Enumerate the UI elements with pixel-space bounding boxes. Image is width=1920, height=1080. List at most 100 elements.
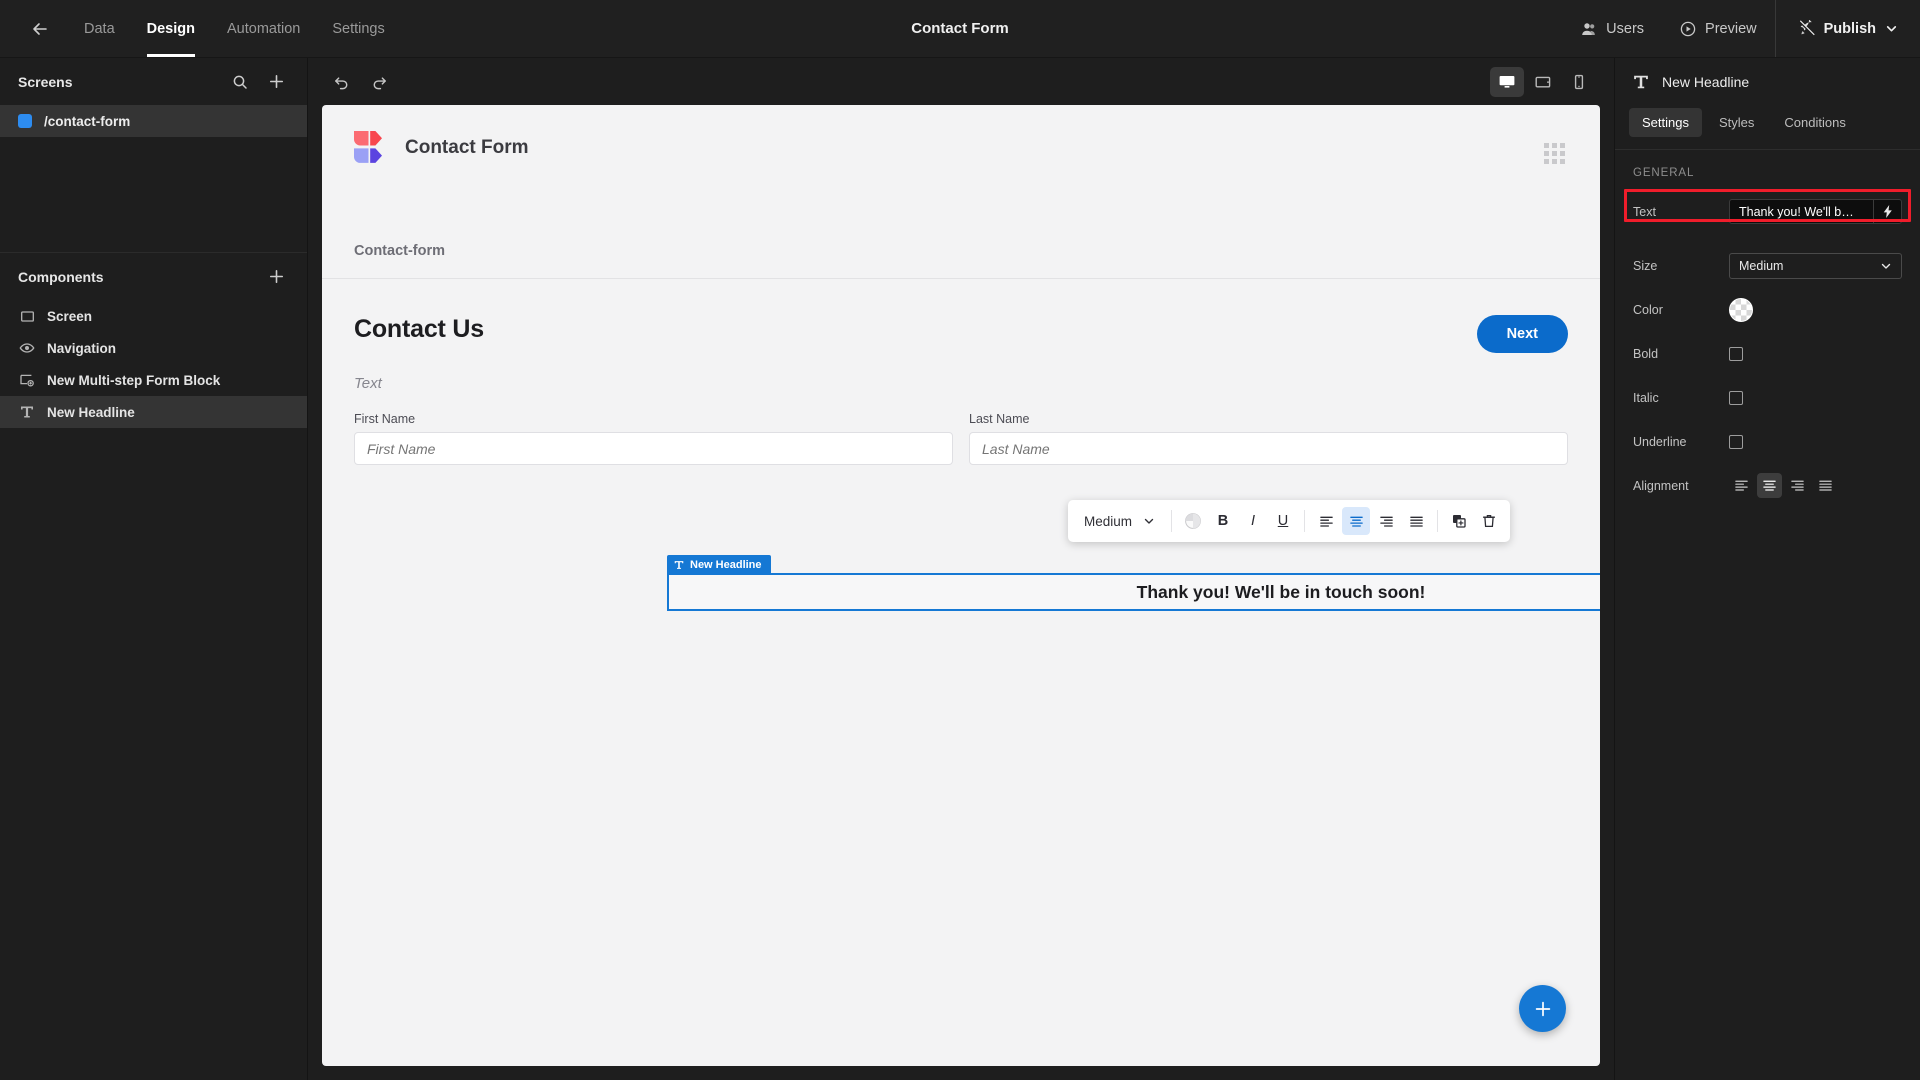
form-fields: First Name Last Name	[354, 412, 1568, 465]
rt-bold-button[interactable]: B	[1209, 507, 1237, 535]
play-circle-icon	[1680, 21, 1696, 36]
align-left-button[interactable]	[1729, 473, 1754, 498]
device-mobile-button[interactable]	[1562, 67, 1596, 97]
row-color: Color	[1615, 293, 1920, 326]
text-value-field[interactable]: Thank you! We'll b…	[1729, 199, 1902, 224]
redo-button[interactable]	[364, 67, 394, 97]
rt-size-value: Medium	[1084, 513, 1133, 529]
nav-tab-settings[interactable]: Settings	[316, 0, 400, 57]
row-italic: Italic	[1615, 381, 1920, 414]
align-justify-button[interactable]	[1813, 473, 1838, 498]
back-button[interactable]	[18, 7, 62, 51]
rt-align-left-button[interactable]	[1312, 507, 1340, 535]
align-right-button[interactable]	[1785, 473, 1810, 498]
canvas-wrapper: Contact Form Contact-form Contact Us Nex…	[308, 105, 1614, 1080]
bold-checkbox[interactable]	[1729, 346, 1743, 361]
add-component-fab[interactable]	[1519, 985, 1566, 1032]
undo-icon	[334, 77, 347, 90]
sidebar-screen-contact-form[interactable]: /contact-form	[0, 105, 307, 137]
tab-styles[interactable]: Styles	[1706, 108, 1767, 137]
row-underline: Underline	[1615, 425, 1920, 458]
row-text: Text Thank you! We'll b…	[1615, 189, 1920, 228]
eye-icon	[18, 339, 36, 357]
users-button[interactable]: Users	[1563, 0, 1662, 57]
align-left-icon	[1735, 480, 1748, 491]
rt-size-select[interactable]: Medium	[1075, 507, 1164, 535]
components-title: Components	[18, 268, 104, 285]
add-screen-icon[interactable]	[263, 69, 289, 95]
first-name-input[interactable]	[354, 432, 953, 465]
tab-conditions[interactable]: Conditions	[1771, 108, 1858, 137]
row-alignment: Alignment	[1615, 469, 1920, 502]
component-label: Navigation	[47, 340, 117, 356]
rt-color-button[interactable]	[1179, 507, 1207, 535]
color-swatch-button[interactable]	[1729, 297, 1753, 322]
italic-checkbox[interactable]	[1729, 390, 1743, 405]
form-block-icon	[18, 371, 36, 389]
nav-tab-label: Settings	[332, 20, 385, 37]
top-bar-actions: Users Preview Publish	[1563, 0, 1920, 57]
component-item-multistep-form-block[interactable]: New Multi-step Form Block	[0, 364, 307, 396]
rt-delete-button[interactable]	[1475, 507, 1503, 535]
rt-align-right-button[interactable]	[1372, 507, 1400, 535]
component-item-new-headline[interactable]: New Headline	[0, 396, 307, 428]
nav-tab-label: Design	[146, 20, 195, 37]
rt-underline-label: U	[1277, 513, 1289, 529]
row-size: Size Medium	[1615, 249, 1920, 282]
rt-duplicate-button[interactable]	[1445, 507, 1473, 535]
size-value: Medium	[1739, 258, 1784, 273]
size-select[interactable]: Medium	[1729, 252, 1902, 279]
row-label: Italic	[1633, 390, 1659, 405]
tab-label: Settings	[1642, 115, 1689, 130]
grid-dots-icon[interactable]	[1544, 143, 1566, 165]
selection-badge: New Headline	[667, 555, 771, 575]
screen-icon	[18, 307, 36, 325]
divider	[1171, 510, 1173, 532]
right-panel-tabs: Settings Styles Conditions	[1615, 105, 1920, 149]
component-item-screen[interactable]: Screen	[0, 300, 307, 332]
align-left-icon	[1319, 516, 1333, 527]
add-component-icon[interactable]	[263, 264, 289, 290]
nav-tab-automation[interactable]: Automation	[211, 0, 316, 57]
align-center-icon	[1763, 480, 1776, 491]
rt-align-center-button[interactable]	[1342, 507, 1371, 535]
mobile-icon	[1574, 74, 1584, 89]
screens-title: Screens	[18, 73, 73, 90]
preview-button[interactable]: Preview	[1662, 0, 1775, 57]
device-tablet-button[interactable]	[1526, 67, 1560, 97]
device-desktop-button[interactable]	[1490, 66, 1524, 97]
field-first-name: First Name	[354, 412, 953, 465]
chevron-down-icon	[1881, 263, 1891, 269]
rt-align-justify-button[interactable]	[1402, 507, 1430, 535]
lightning-bolt-icon[interactable]	[1873, 200, 1901, 223]
divider	[1437, 510, 1439, 532]
design-canvas[interactable]: Contact Form Contact-form Contact Us Nex…	[322, 105, 1600, 1066]
next-button[interactable]: Next	[1476, 315, 1568, 353]
trash-icon	[1482, 514, 1496, 528]
rt-italic-button[interactable]: I	[1239, 507, 1267, 535]
undo-button[interactable]	[326, 67, 356, 97]
nav-tab-data[interactable]: Data	[68, 0, 131, 57]
selected-headline-block[interactable]: New Headline Thank you! We'll be in touc…	[667, 555, 1600, 611]
form-subtext: Text	[354, 375, 382, 392]
nav-tab-design[interactable]: Design	[131, 0, 211, 57]
search-icon[interactable]	[227, 69, 253, 95]
field-last-name: Last Name	[969, 412, 1568, 465]
text-t-icon	[1634, 75, 1648, 88]
component-item-navigation[interactable]: Navigation	[0, 332, 307, 364]
component-label: New Headline	[47, 404, 135, 420]
subnav-link-contact-form[interactable]: Contact-form	[354, 243, 445, 259]
tab-settings[interactable]: Settings	[1629, 108, 1702, 137]
underline-checkbox[interactable]	[1729, 434, 1743, 449]
canvas-subnav: Contact-form	[322, 223, 1600, 279]
publish-button[interactable]: Publish	[1774, 0, 1920, 57]
align-center-button[interactable]	[1757, 473, 1782, 498]
arrow-left-icon	[33, 22, 47, 35]
left-sidebar: Screens /contact-form Components Screen …	[0, 58, 308, 1080]
field-label: First Name	[354, 412, 416, 426]
chevron-down-icon	[1886, 26, 1897, 32]
brand-name: Contact Form	[405, 136, 529, 158]
last-name-input[interactable]	[969, 432, 1568, 465]
rt-underline-button[interactable]: U	[1269, 507, 1297, 535]
row-label: Color	[1633, 302, 1663, 317]
